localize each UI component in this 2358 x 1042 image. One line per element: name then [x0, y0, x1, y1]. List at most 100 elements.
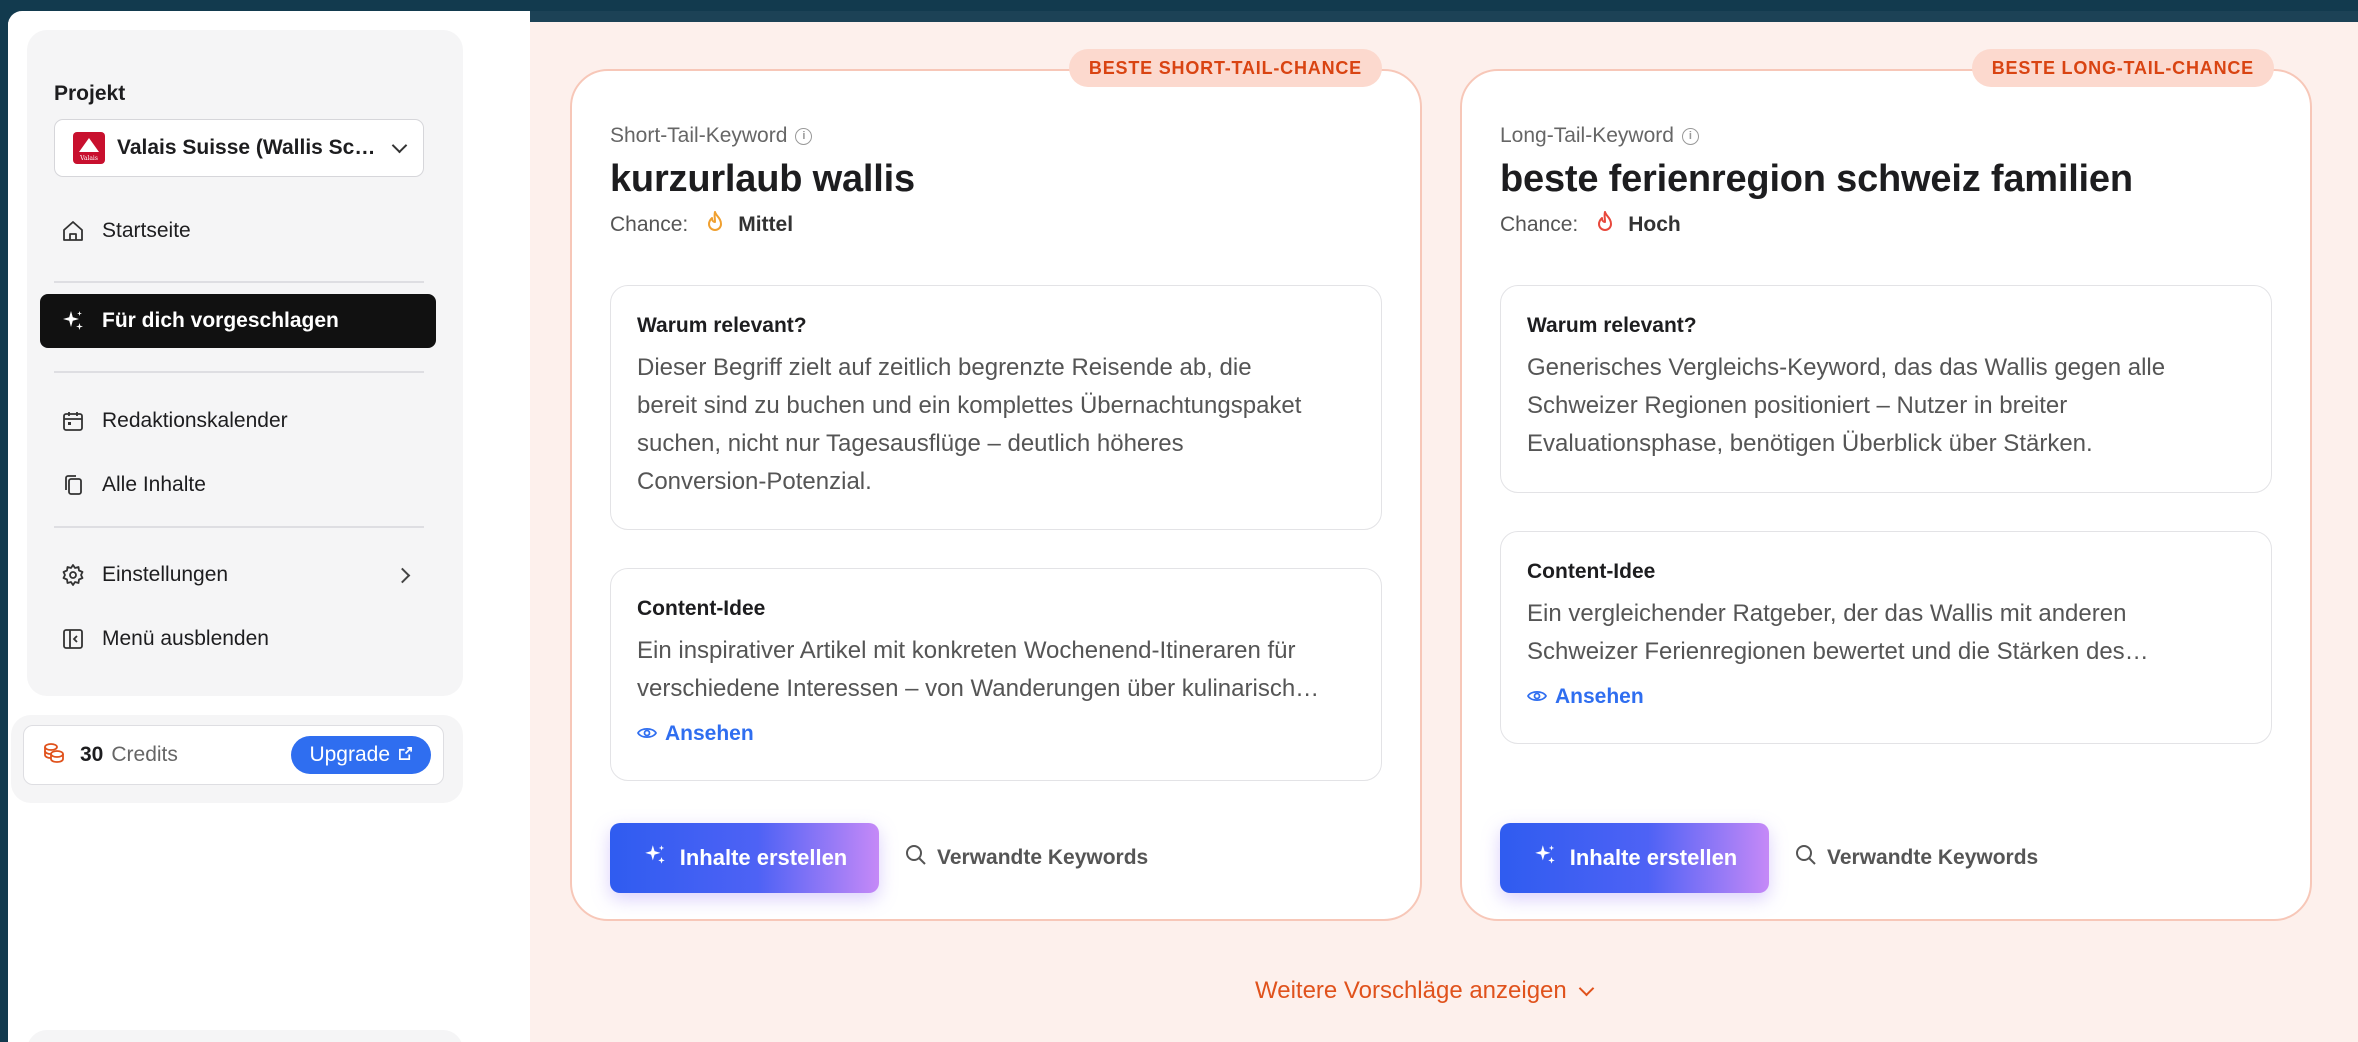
- relevance-line: bereit sind zu buchen und ein komplettes…: [637, 392, 1302, 419]
- related-keywords-label: Verwandte Keywords: [1827, 846, 2039, 869]
- chance-label: Chance:: [1500, 213, 1579, 236]
- chevron-right-icon: [394, 567, 411, 583]
- nav-item-einstellungen[interactable]: Einstellungen: [40, 548, 436, 602]
- view-link[interactable]: Ansehen: [1526, 685, 2245, 709]
- card-badge: BESTE SHORT-TAIL-CHANCE: [1068, 49, 1382, 87]
- relevance-text: Dieser Begriff zielt auf zeitlich begren…: [637, 349, 1355, 501]
- nav-divider: [54, 281, 424, 283]
- search-icon: [905, 844, 927, 872]
- content-idea-line: verschiedene Interessen – von Wanderunge…: [637, 675, 1320, 702]
- related-keywords-button[interactable]: Verwandte Keywords: [905, 823, 1148, 893]
- suggestion-card-short-tail: BESTE SHORT-TAIL-CHANCE Short-Tail-Keywo…: [570, 49, 1422, 921]
- project-name: Valais Suisse (Wallis Sc…: [117, 136, 376, 159]
- keyword-title: beste ferienregion schweiz familien: [1500, 158, 2133, 200]
- relevance-line: Dieser Begriff zielt auf zeitlich begren…: [637, 354, 1252, 381]
- keyword-type-label: Long-Tail-Keyword: [1500, 124, 1674, 147]
- relevance-line: Generisches Vergleichs-Keyword, das das …: [1527, 354, 2166, 381]
- content-idea-line: Ein vergleichender Ratgeber, der das Wal…: [1527, 600, 2127, 627]
- nav-item-menu-ausblenden[interactable]: Menü ausblenden: [40, 612, 436, 666]
- info-icon[interactable]: i: [795, 127, 813, 145]
- eye-icon: [636, 722, 658, 746]
- relevance-title: Warum relevant?: [637, 314, 807, 337]
- nav-item-redaktionskalender[interactable]: Redaktionskalender: [40, 394, 436, 448]
- nav-label-einstellungen: Einstellungen: [102, 563, 229, 586]
- nav-label-startseite: Startseite: [102, 219, 191, 242]
- chance-row: Chance: Hoch: [1500, 211, 1681, 239]
- credits-count: 30: [80, 743, 104, 766]
- create-content-button[interactable]: Inhalte erstellen: [1500, 823, 1769, 893]
- nav-label-menu-ausblenden: Menü ausblenden: [102, 627, 269, 650]
- relevance-text: Generisches Vergleichs-Keyword, das das …: [1527, 349, 2245, 463]
- content-idea-line: Ein inspirativer Artikel mit konkreten W…: [637, 637, 1296, 664]
- nav-item-startseite[interactable]: Startseite: [40, 204, 436, 258]
- chance-value: Mittel: [738, 213, 794, 236]
- flame-icon: [1596, 211, 1614, 239]
- nav-divider: [54, 371, 424, 373]
- view-label: Ansehen: [1555, 685, 1644, 708]
- chance-row: Chance: Mittel: [610, 211, 793, 239]
- sidebar: Projekt Valais Valais Suisse (Wallis Sc……: [8, 11, 530, 1042]
- flame-icon: [706, 211, 724, 239]
- home-icon: [60, 218, 86, 244]
- keyword-type: Short-Tail-Keyword i: [610, 124, 813, 148]
- create-content-label: Inhalte erstellen: [1569, 845, 1738, 870]
- relevance-line: Schweizer Regionen positioniert – Nutzer…: [1527, 392, 2068, 419]
- related-keywords-label: Verwandte Keywords: [937, 846, 1149, 869]
- suggestion-card-long-tail: BESTE LONG-TAIL-CHANCE Long-Tail-Keyword…: [1460, 49, 2312, 921]
- upgrade-label: Upgrade: [309, 743, 390, 766]
- create-content-button[interactable]: Inhalte erstellen: [610, 823, 879, 893]
- chance-label: Chance:: [610, 213, 689, 236]
- nav-label-vorgeschlagen: Für dich vorgeschlagen: [102, 309, 339, 332]
- chevron-down-icon: [1578, 980, 1595, 996]
- copy-icon: [60, 472, 86, 498]
- project-select[interactable]: Valais Valais Suisse (Wallis Sc…: [54, 119, 424, 177]
- sidebar-bottom-panel: [27, 1030, 463, 1042]
- view-link[interactable]: Ansehen: [636, 722, 1355, 746]
- nav-item-alle-inhalte[interactable]: Alle Inhalte: [40, 458, 436, 512]
- keyword-type: Long-Tail-Keyword i: [1500, 124, 1699, 148]
- relevance-box: Warum relevant? Dieser Begriff zielt auf…: [610, 285, 1382, 530]
- keyword-type-label: Short-Tail-Keyword: [610, 124, 788, 147]
- project-label: Projekt: [54, 82, 126, 105]
- relevance-line: Conversion-Potenzial.: [637, 468, 872, 495]
- more-suggestions-link[interactable]: Weitere Vorschläge anzeigen: [1255, 977, 1595, 1005]
- project-logo: Valais: [73, 132, 105, 164]
- more-suggestions-label: Weitere Vorschläge anzeigen: [1255, 977, 1567, 1004]
- related-keywords-button[interactable]: Verwandte Keywords: [1795, 823, 2038, 893]
- relevance-line: suchen, nicht nur Tagesausflüge – deutli…: [637, 430, 1184, 457]
- sparkle-icon: [60, 308, 86, 334]
- chevron-down-icon: [391, 137, 408, 153]
- sparkle-icon: [642, 842, 668, 874]
- relevance-title: Warum relevant?: [1527, 314, 1697, 337]
- project-logo-text: Valais: [80, 155, 98, 162]
- nav-item-vorgeschlagen[interactable]: Für dich vorgeschlagen: [40, 294, 436, 348]
- keyword-title: kurzurlaub wallis: [610, 158, 915, 200]
- gear-icon: [60, 562, 86, 588]
- content-idea-text: Ein inspirativer Artikel mit konkreten W…: [637, 632, 1355, 708]
- collapse-sidebar-icon: [60, 626, 86, 652]
- relevance-box: Warum relevant? Generisches Vergleichs-K…: [1500, 285, 2272, 493]
- content-idea-title: Content-Idee: [637, 597, 766, 620]
- relevance-line: Evaluationsphase, benötigen Überblick üb…: [1527, 430, 2093, 457]
- external-link-icon: [398, 743, 413, 767]
- nav-divider: [54, 526, 424, 528]
- upgrade-button[interactable]: Upgrade: [291, 736, 431, 774]
- chance-value: Hoch: [1628, 213, 1681, 236]
- mountain-icon: [79, 138, 99, 152]
- coins-icon: [42, 741, 66, 770]
- info-icon[interactable]: i: [1681, 127, 1699, 145]
- content-idea-title: Content-Idee: [1527, 560, 1656, 583]
- eye-icon: [1526, 685, 1548, 709]
- card-badge: BESTE LONG-TAIL-CHANCE: [1971, 49, 2274, 87]
- credits-box: 30 Credits Upgrade: [23, 725, 444, 785]
- search-icon: [1795, 844, 1817, 872]
- app-window: Projekt Valais Valais Suisse (Wallis Sc……: [8, 11, 2358, 1042]
- calendar-icon: [60, 408, 86, 434]
- content-idea-box: Content-Idee Ein vergleichender Ratgeber…: [1500, 531, 2272, 744]
- create-content-label: Inhalte erstellen: [679, 845, 848, 870]
- content-idea-text: Ein vergleichender Ratgeber, der das Wal…: [1527, 595, 2245, 671]
- view-label: Ansehen: [665, 722, 754, 745]
- nav-label-alle-inhalte: Alle Inhalte: [102, 473, 206, 496]
- credits-label: Credits: [111, 743, 178, 766]
- content-idea-line: Schweizer Ferienregionen bewertet und di…: [1527, 638, 2149, 665]
